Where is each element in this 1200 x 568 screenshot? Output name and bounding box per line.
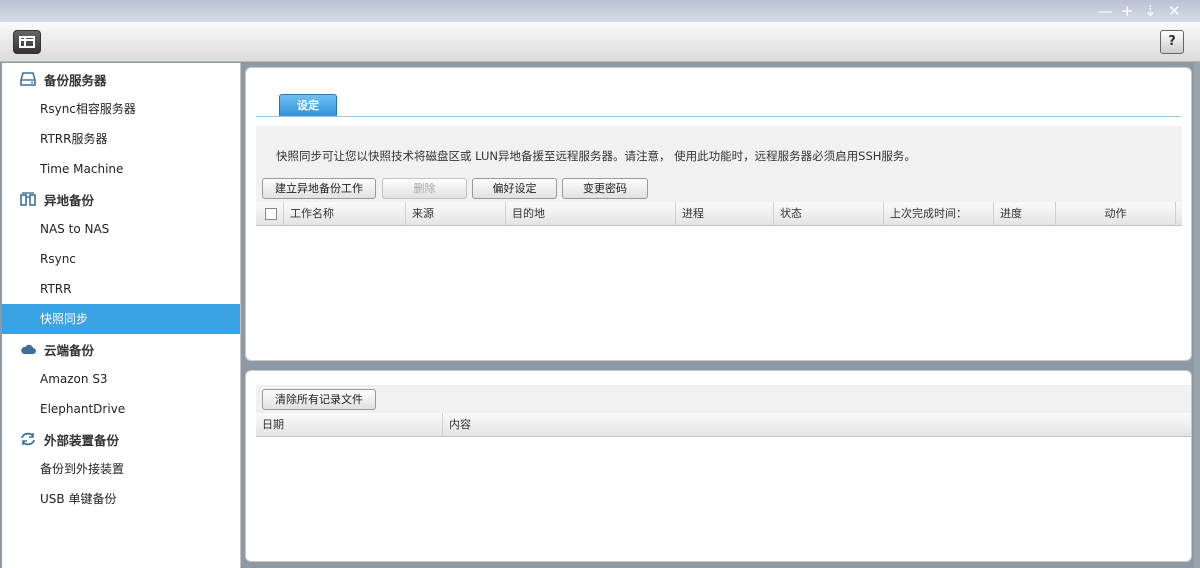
log-panel: 清除所有记录文件 日期 内容 xyxy=(245,370,1192,562)
sidebar-group-cloud-backup[interactable]: 云端备份 xyxy=(2,334,240,364)
sidebar-item-snapshot-sync[interactable]: 快照同步 xyxy=(2,304,240,334)
column-job-name[interactable]: 工作名称 xyxy=(284,202,406,226)
snapshot-sync-panel: 设定 快照同步可让您以快照技术将磁盘区或 LUN异地备援至远程服务器。请注意， … xyxy=(245,67,1192,361)
job-table-header: 工作名称 来源 目的地 进程 状态 上次完成时间： 进度 动作 xyxy=(256,202,1182,226)
select-all-checkbox[interactable] xyxy=(265,208,277,220)
sidebar-group-remote-backup[interactable]: 异地备份 xyxy=(2,184,240,214)
sync-icon xyxy=(21,432,35,446)
sidebar-item-amazon-s3[interactable]: Amazon S3 xyxy=(2,364,240,394)
tab-divider xyxy=(256,116,1181,117)
column-date[interactable]: 日期 xyxy=(256,413,443,437)
sidebar-group-label: 异地备份 xyxy=(44,192,95,208)
server-icon xyxy=(20,72,36,86)
tab-settings[interactable]: 设定 xyxy=(279,94,337,116)
download-icon[interactable]: ⇣ xyxy=(1144,2,1157,20)
sidebar-item-backup-to-external[interactable]: 备份到外接装置 xyxy=(2,454,240,484)
sidebar-group-backup-server[interactable]: 备份服务器 xyxy=(2,64,240,94)
sidebar-item-elephantdrive[interactable]: ElephantDrive xyxy=(2,394,240,424)
info-box: 快照同步可让您以快照技术将磁盘区或 LUN异地备援至远程服务器。请注意， 使用此… xyxy=(256,126,1182,170)
sidebar-item-nas-to-nas[interactable]: NAS to NAS xyxy=(2,214,240,244)
sidebar-item-usb-one-touch[interactable]: USB 单键备份 xyxy=(2,484,240,514)
column-progress[interactable]: 进度 xyxy=(994,202,1056,226)
sidebar-item-rsync-server[interactable]: Rsync相容服务器 xyxy=(2,94,240,124)
clear-all-logs-button[interactable]: 清除所有记录文件 xyxy=(262,389,376,410)
cloud-icon xyxy=(21,344,36,354)
change-password-button[interactable]: 变更密码 xyxy=(562,178,648,199)
info-text: 快照同步可让您以快照技术将磁盘区或 LUN异地备援至远程服务器。请注意， 使用此… xyxy=(276,149,916,163)
column-last-completed[interactable]: 上次完成时间： xyxy=(884,202,994,226)
column-status[interactable]: 状态 xyxy=(774,202,884,226)
sidebar-group-external-backup[interactable]: 外部装置备份 xyxy=(2,424,240,454)
column-destination[interactable]: 目的地 xyxy=(506,202,676,226)
app-window-icon[interactable] xyxy=(13,30,41,54)
window-edge xyxy=(1194,63,1200,568)
delete-button[interactable]: 删除 xyxy=(382,178,467,199)
select-all-cell xyxy=(256,202,284,226)
job-toolbar: 建立异地备份工作 删除 偏好设定 变更密码 xyxy=(256,170,1182,202)
help-button[interactable]: ? xyxy=(1160,30,1184,54)
log-table-header: 日期 内容 xyxy=(256,413,1191,437)
sidebar-item-rtrr[interactable]: RTRR xyxy=(2,274,240,304)
sidebar-group-label: 外部装置备份 xyxy=(44,432,120,448)
sidebar-group-label: 备份服务器 xyxy=(44,72,107,88)
sidebar-item-rsync[interactable]: Rsync xyxy=(2,244,240,274)
sidebar: 备份服务器 Rsync相容服务器 RTRR服务器 Time Machine 异地… xyxy=(2,63,241,568)
remote-icon xyxy=(20,192,36,206)
column-action[interactable]: 动作 xyxy=(1056,202,1176,226)
sidebar-item-time-machine[interactable]: Time Machine xyxy=(2,154,240,184)
log-toolbar: 清除所有记录文件 xyxy=(256,385,1191,413)
sidebar-item-rtrr-server[interactable]: RTRR服务器 xyxy=(2,124,240,154)
column-content[interactable]: 内容 xyxy=(443,413,1191,437)
os-window-strip: — + ⇣ ✕ xyxy=(0,0,1200,22)
create-job-button[interactable]: 建立异地备份工作 xyxy=(262,178,376,199)
column-source[interactable]: 来源 xyxy=(406,202,506,226)
minimize-icon[interactable]: — xyxy=(1098,2,1113,20)
app-titlebar: ? xyxy=(0,22,1200,62)
preferences-button[interactable]: 偏好设定 xyxy=(472,178,557,199)
column-process[interactable]: 进程 xyxy=(676,202,774,226)
restore-icon[interactable]: + xyxy=(1121,2,1134,20)
close-icon[interactable]: ✕ xyxy=(1168,2,1181,20)
sidebar-group-label: 云端备份 xyxy=(44,342,95,358)
